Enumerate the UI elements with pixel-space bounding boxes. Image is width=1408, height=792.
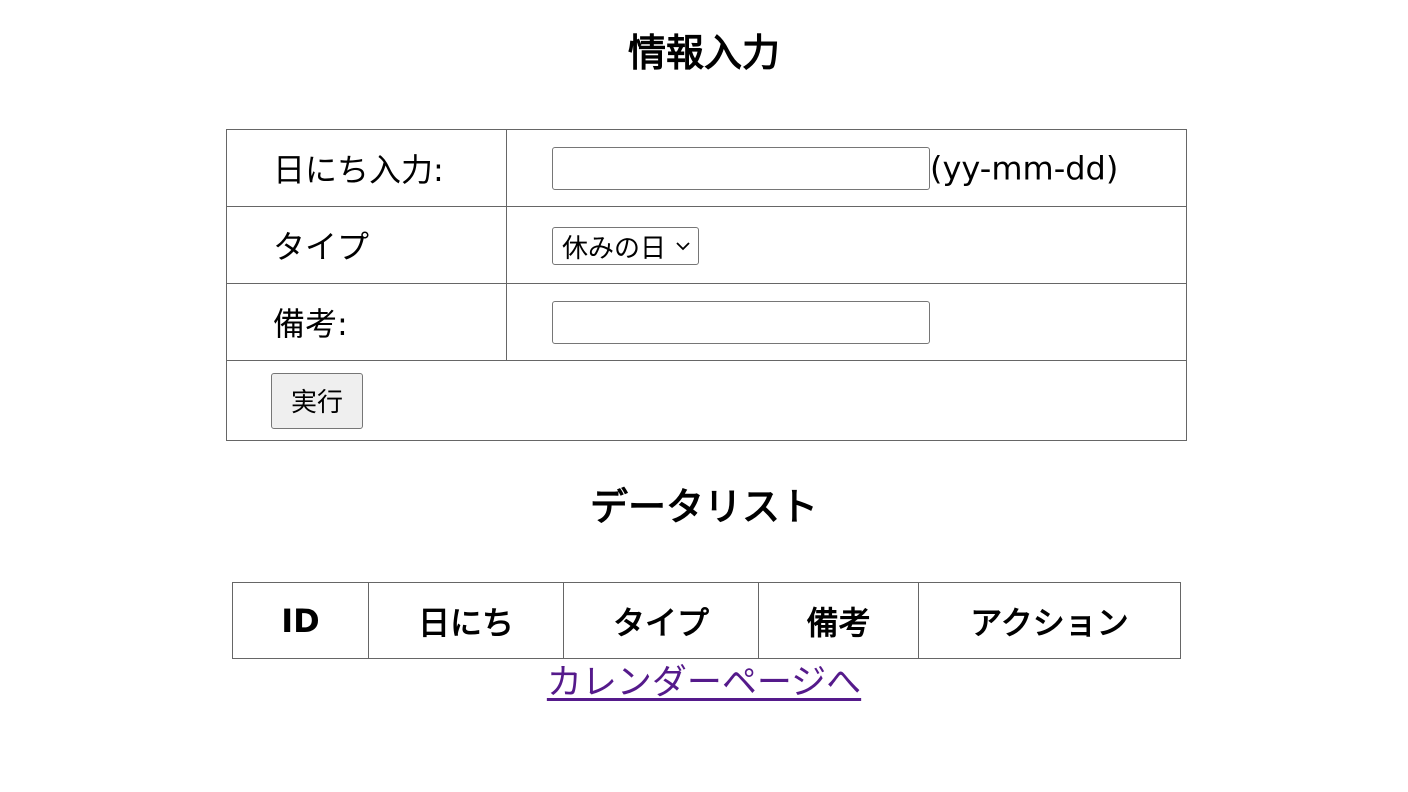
type-label: タイプ — [226, 206, 507, 284]
column-header-id: ID — [232, 582, 369, 659]
note-row: 備考: — [226, 283, 1187, 361]
list-title: データリスト — [589, 485, 818, 529]
type-select-value: 休みの日 — [562, 233, 667, 264]
table-header-row: ID 日にち タイプ 備考 アクション — [232, 582, 1181, 659]
calendar-link-container: カレンダーページへ — [0, 662, 1408, 704]
date-format-hint: (yy-mm-dd) — [930, 149, 1119, 187]
type-select-cell: 休みの日 — [506, 206, 1187, 284]
type-row: タイプ 休みの日 — [226, 206, 1187, 284]
page: 情報入力 日にち入力: (yy-mm-dd) タイプ 休みの日 備考: 実行 デ… — [0, 0, 1408, 792]
date-row: 日にち入力: (yy-mm-dd) — [226, 129, 1187, 207]
chevron-down-icon — [676, 242, 690, 251]
input-form-table: 日にち入力: (yy-mm-dd) タイプ 休みの日 備考: 実行 — [226, 129, 1187, 441]
calendar-page-link[interactable]: カレンダーページへ — [547, 663, 861, 703]
date-input[interactable] — [552, 146, 930, 190]
column-header-date: 日にち — [368, 582, 564, 659]
note-input[interactable] — [552, 300, 930, 344]
form-title: 情報入力 — [627, 31, 780, 75]
note-input-cell — [506, 283, 1187, 361]
column-header-type: タイプ — [563, 582, 759, 659]
note-label: 備考: — [226, 283, 507, 361]
submit-cell: 実行 — [226, 360, 1187, 441]
column-header-action: アクション — [918, 582, 1181, 659]
date-input-cell: (yy-mm-dd) — [506, 129, 1187, 207]
submit-row: 実行 — [226, 360, 1187, 441]
data-list-table: ID 日にち タイプ 備考 アクション — [232, 582, 1181, 659]
date-label: 日にち入力: — [226, 129, 507, 207]
type-select[interactable]: 休みの日 — [552, 227, 700, 265]
column-header-note: 備考 — [758, 582, 919, 659]
run-button[interactable]: 実行 — [271, 372, 363, 429]
